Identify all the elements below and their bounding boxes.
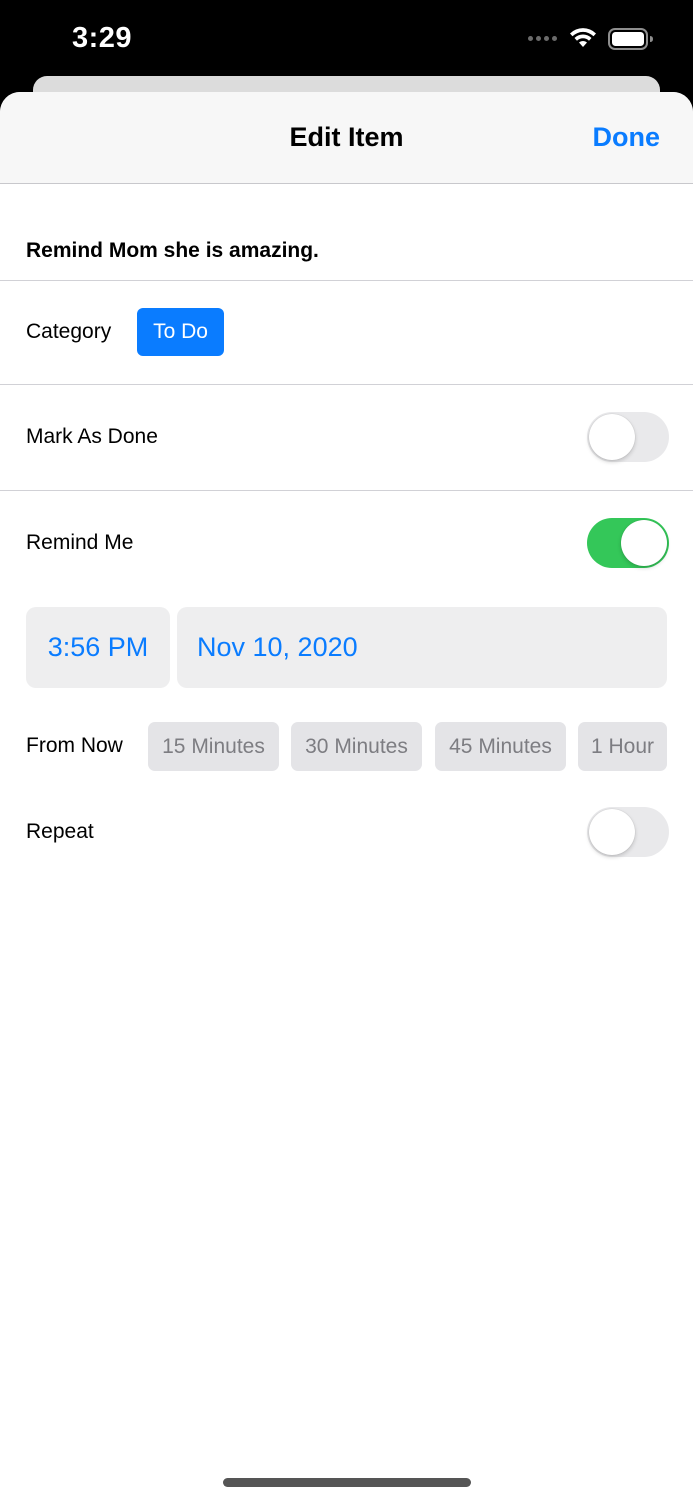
divider [0, 280, 693, 281]
repeat-label: Repeat [26, 820, 94, 843]
category-label: Category [26, 320, 112, 343]
signal-icon [528, 36, 557, 41]
mark-as-done-toggle[interactable] [587, 412, 669, 462]
from-now-15-minutes[interactable]: 15 Minutes [148, 722, 279, 771]
from-now-label: From Now [26, 734, 123, 757]
divider [0, 384, 693, 385]
toggle-knob [589, 414, 635, 460]
from-now-30-minutes[interactable]: 30 Minutes [291, 722, 422, 771]
remind-me-label: Remind Me [26, 531, 134, 554]
done-button[interactable]: Done [593, 122, 661, 153]
from-now-1-hour[interactable]: 1 Hour [578, 722, 667, 771]
battery-icon [608, 28, 653, 50]
divider [0, 490, 693, 491]
from-now-45-minutes[interactable]: 45 Minutes [435, 722, 566, 771]
time-value: 3:56 PM [47, 632, 149, 662]
toggle-knob [589, 809, 635, 855]
edit-item-sheet: Edit Item Done [0, 92, 693, 1500]
category-chip[interactable]: To Do [137, 308, 224, 356]
navigation-bar: Edit Item Done [0, 92, 693, 184]
page-title: Edit Item [289, 122, 404, 152]
wifi-icon [570, 28, 596, 47]
item-title-field[interactable]: Remind Mom she is amazing. [0, 185, 693, 280]
date-picker[interactable]: Nov 10, 2020 [177, 607, 667, 688]
time-picker[interactable]: 3:56 PM [26, 607, 170, 688]
status-time: 3:29 [72, 22, 133, 54]
item-title-text: Remind Mom she is amazing. [26, 239, 319, 262]
toggle-knob [621, 520, 667, 566]
mark-as-done-label: Mark As Done [26, 425, 158, 448]
status-bar: 3:29 [0, 0, 693, 80]
repeat-toggle[interactable] [587, 807, 669, 857]
home-indicator [223, 1478, 471, 1487]
remind-me-toggle[interactable] [587, 518, 669, 568]
date-value: Nov 10, 2020 [197, 632, 358, 662]
